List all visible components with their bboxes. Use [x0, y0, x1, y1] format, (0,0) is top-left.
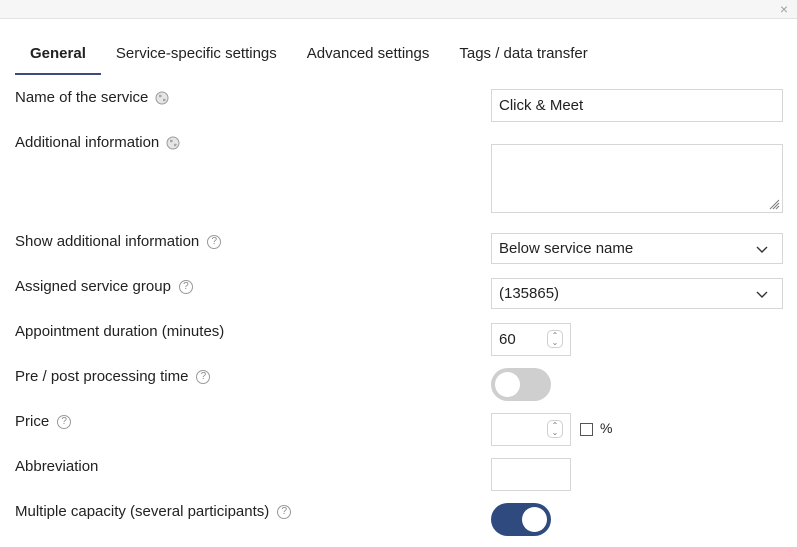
- multiple-capacity-label-text: Multiple capacity (several participants): [15, 503, 270, 520]
- tab-advanced-settings[interactable]: Advanced settings: [292, 37, 445, 75]
- abbreviation-input[interactable]: [492, 459, 570, 490]
- duration-field[interactable]: ⌃ ⌄: [491, 323, 571, 356]
- additional-info-field[interactable]: [491, 144, 783, 213]
- spin-down-icon[interactable]: ⌄: [552, 429, 559, 437]
- price-percent-checkbox[interactable]: [580, 423, 593, 436]
- service-group-select[interactable]: (135865): [491, 278, 783, 309]
- show-additional-info-label: Show additional information ?: [15, 233, 222, 250]
- service-name-label-text: Name of the service: [15, 89, 149, 106]
- help-icon[interactable]: ?: [57, 414, 72, 429]
- price-stepper[interactable]: ⌃ ⌄: [547, 420, 563, 438]
- tab-general[interactable]: General: [15, 37, 101, 75]
- toggle-knob: [522, 507, 547, 532]
- spin-down-icon[interactable]: ⌄: [552, 339, 559, 347]
- service-group-label: Assigned service group ?: [15, 278, 193, 295]
- help-icon[interactable]: ?: [196, 369, 211, 384]
- service-name-field[interactable]: [491, 89, 783, 122]
- processing-time-label-text: Pre / post processing time: [15, 368, 189, 385]
- additional-info-label: Additional information: [15, 134, 180, 151]
- help-icon[interactable]: ?: [207, 234, 222, 249]
- close-icon[interactable]: ×: [780, 1, 788, 17]
- service-name-label: Name of the service: [15, 89, 169, 106]
- multiple-capacity-toggle[interactable]: [491, 503, 551, 536]
- abbreviation-label: Abbreviation: [15, 458, 98, 475]
- price-field[interactable]: ⌃ ⌄: [491, 413, 571, 446]
- service-group-label-text: Assigned service group: [15, 278, 171, 295]
- globe-icon: [166, 136, 180, 149]
- toggle-knob: [495, 372, 520, 397]
- show-additional-info-select[interactable]: Below service name: [491, 233, 783, 264]
- price-label-text: Price: [15, 413, 50, 430]
- service-name-input[interactable]: [492, 90, 782, 121]
- additional-info-label-text: Additional information: [15, 134, 160, 151]
- price-label: Price ?: [15, 413, 72, 430]
- additional-info-textarea[interactable]: [492, 145, 782, 212]
- processing-time-toggle[interactable]: [491, 368, 551, 401]
- chevron-down-icon: [756, 291, 768, 298]
- processing-time-label: Pre / post processing time ?: [15, 368, 211, 385]
- price-percent-label: %: [600, 420, 613, 436]
- tab-service-specific-settings[interactable]: Service-specific settings: [101, 37, 292, 75]
- multiple-capacity-label: Multiple capacity (several participants)…: [15, 503, 292, 520]
- duration-stepper[interactable]: ⌃ ⌄: [547, 330, 563, 348]
- duration-label-text: Appointment duration (minutes): [15, 323, 225, 340]
- show-additional-info-selected: Below service name: [499, 240, 634, 257]
- show-additional-info-label-text: Show additional information: [15, 233, 200, 250]
- dialog-title-bar: ×: [0, 0, 797, 19]
- service-group-selected: (135865): [499, 285, 560, 302]
- abbreviation-field[interactable]: [491, 458, 571, 491]
- globe-icon: [155, 91, 169, 104]
- duration-label: Appointment duration (minutes): [15, 323, 224, 340]
- tab-bar: General Service-specific settings Advanc…: [15, 37, 603, 75]
- help-icon[interactable]: ?: [277, 504, 292, 519]
- resize-grip-icon[interactable]: [769, 199, 780, 210]
- tab-tags-data-transfer[interactable]: Tags / data transfer: [444, 37, 602, 75]
- abbreviation-label-text: Abbreviation: [15, 458, 99, 475]
- help-icon[interactable]: ?: [178, 279, 193, 294]
- chevron-down-icon: [756, 246, 768, 253]
